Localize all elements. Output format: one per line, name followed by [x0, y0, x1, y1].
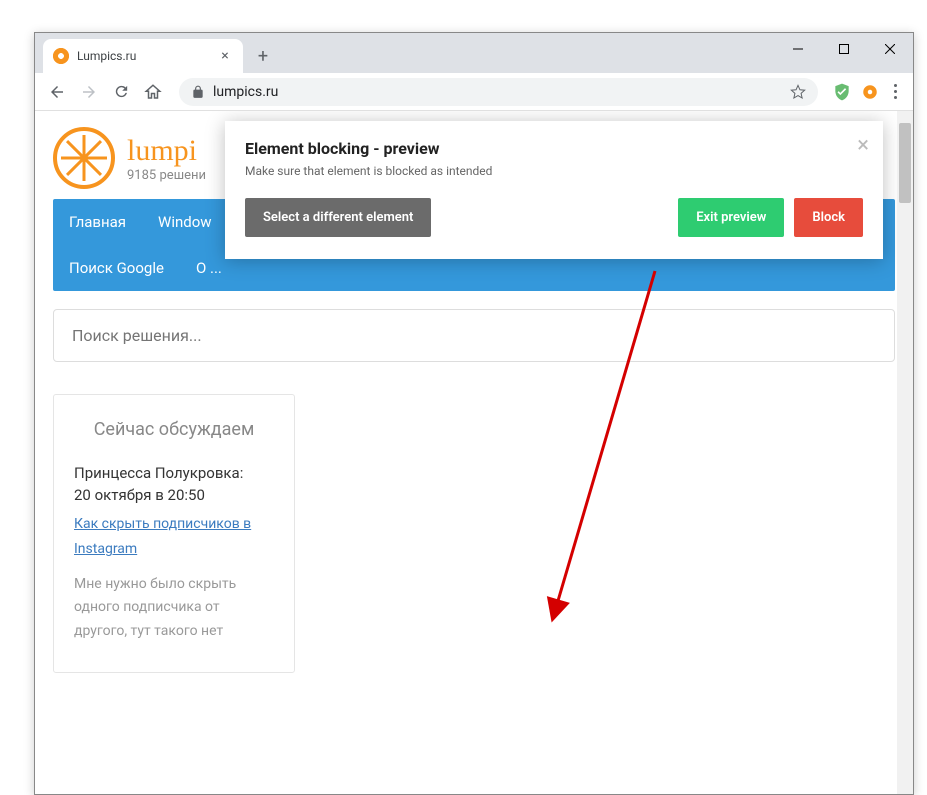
bookmark-star-icon[interactable]: [790, 84, 806, 100]
nav-item-google-search[interactable]: Поиск Google: [53, 245, 180, 291]
dialog-close-icon[interactable]: ×: [857, 133, 869, 158]
dialog-subtitle: Make sure that element is blocked as int…: [245, 164, 863, 178]
site-logo-icon[interactable]: [53, 127, 115, 189]
comment-text: Мне нужно было скрыть одного подписчика …: [74, 573, 274, 644]
site-search[interactable]: [53, 309, 895, 362]
comment-link[interactable]: Как скрыть подписчиков в Instagram: [74, 512, 274, 562]
maximize-button[interactable]: [821, 33, 867, 65]
adguard-extension-icon[interactable]: [830, 80, 854, 104]
scrollbar[interactable]: [897, 111, 913, 794]
back-button[interactable]: [43, 78, 71, 106]
extension-icon[interactable]: [858, 80, 882, 104]
lock-icon: [191, 85, 205, 99]
reload-button[interactable]: [107, 78, 135, 106]
favicon-icon: [53, 48, 69, 64]
browser-tab[interactable]: Lumpics.ru ×: [43, 39, 243, 73]
search-input[interactable]: [72, 326, 876, 345]
element-blocking-dialog: × Element blocking - preview Make sure t…: [225, 121, 883, 259]
url-text: lumpics.ru: [213, 84, 278, 100]
site-subtitle: 9185 решени: [127, 168, 206, 183]
dialog-title: Element blocking - preview: [245, 139, 863, 158]
browser-toolbar: lumpics.ru: [35, 73, 913, 111]
browser-window: Lumpics.ru × + lumpics.ru: [34, 32, 914, 795]
sidebar-discussion-card: Сейчас обсуждаем Принцесса Полукровка: 2…: [53, 394, 295, 673]
tab-title: Lumpics.ru: [77, 49, 209, 63]
nav-item-home[interactable]: Главная: [53, 199, 142, 245]
address-bar[interactable]: lumpics.ru: [179, 78, 818, 106]
close-window-button[interactable]: [867, 33, 913, 65]
titlebar: Lumpics.ru × +: [35, 33, 913, 73]
minimize-button[interactable]: [775, 33, 821, 65]
chrome-menu-button[interactable]: [886, 84, 905, 99]
select-different-element-button[interactable]: Select a different element: [245, 198, 431, 237]
block-button[interactable]: Block: [794, 198, 863, 237]
scroll-thumb[interactable]: [899, 123, 911, 203]
sidebar-heading: Сейчас обсуждаем: [74, 417, 274, 442]
forward-button[interactable]: [75, 78, 103, 106]
window-controls: [775, 33, 913, 65]
new-tab-button[interactable]: +: [249, 42, 277, 70]
nav-item-windows[interactable]: Window: [142, 199, 228, 245]
comment-date: 20 октября в 20:50: [74, 486, 274, 504]
exit-preview-button[interactable]: Exit preview: [678, 198, 784, 237]
site-title: lumpi: [127, 134, 206, 168]
close-tab-icon[interactable]: ×: [217, 48, 233, 64]
page-viewport: lumpi 9185 решени Главная Window Поиск G…: [35, 111, 913, 794]
home-button[interactable]: [139, 78, 167, 106]
comment-author: Принцесса Полукровка:: [74, 464, 274, 482]
